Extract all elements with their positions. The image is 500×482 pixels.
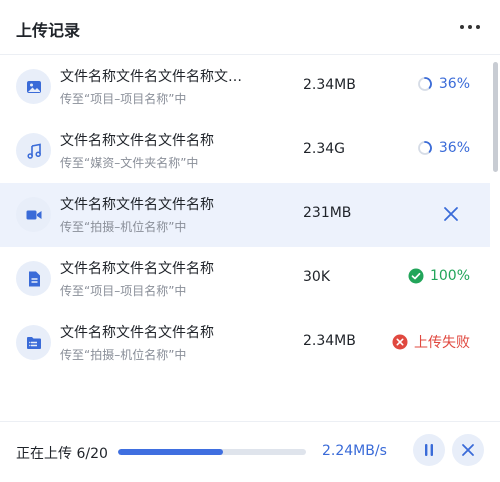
- error-circle-icon: [392, 334, 408, 350]
- image-icon: [16, 69, 51, 104]
- file-size: 30K: [303, 269, 330, 285]
- upload-row[interactable]: 文件名称文件名文件名称 传至“媒资–文件夹名称”中 2.34G 36%: [0, 119, 490, 183]
- upload-row[interactable]: 文件名称文件名文件名称文… 传至“项目–项目名称”中 2.34MB 36%: [0, 55, 490, 119]
- upload-status: 100%: [408, 268, 470, 284]
- status-text: 36%: [438, 76, 470, 92]
- pause-all-button[interactable]: [413, 434, 445, 466]
- upload-status: 36%: [417, 140, 470, 156]
- cancel-all-button[interactable]: [452, 434, 484, 466]
- check-circle-icon: [408, 268, 424, 284]
- status-text: 36%: [438, 140, 470, 156]
- file-destination: 传至“项目–项目名称”中: [60, 284, 187, 298]
- file-destination: 传至“拍摄–机位名称”中: [60, 348, 187, 362]
- pause-icon: [425, 444, 433, 456]
- file-name: 文件名称文件名文件名称: [60, 261, 214, 277]
- panel-title: 上传记录: [16, 21, 81, 40]
- cancel-upload-icon[interactable]: [442, 205, 460, 223]
- file-size: 2.34G: [303, 141, 346, 157]
- upload-row[interactable]: 文件名称文件名文件名称 传至“拍摄–机位名称”中 231MB: [0, 183, 490, 247]
- document-icon: [16, 261, 51, 296]
- upload-count-label: 正在上传 6/20: [16, 446, 108, 462]
- folder-list-icon: [16, 325, 51, 360]
- file-size: 231MB: [303, 205, 352, 221]
- status-text: 上传失败: [414, 335, 470, 351]
- close-icon: [462, 444, 474, 456]
- upload-footer: 正在上传 6/20 2.24MB/s: [0, 421, 500, 482]
- scrollbar[interactable]: [493, 62, 498, 172]
- upload-status[interactable]: 上传失败: [392, 332, 470, 352]
- file-destination: 传至“项目–项目名称”中: [60, 92, 187, 106]
- file-destination: 传至“拍摄–机位名称”中: [60, 220, 187, 234]
- progress-spinner-icon: [417, 76, 433, 92]
- music-icon: [16, 133, 51, 168]
- upload-row[interactable]: 文件名称文件名文件名称 传至“项目–项目名称”中 30K 100%: [0, 247, 490, 311]
- overall-progress-fill: [118, 449, 224, 455]
- file-name: 文件名称文件名文件名称: [60, 133, 214, 149]
- more-options-icon[interactable]: [460, 18, 480, 36]
- upload-row[interactable]: 文件名称文件名文件名称 传至“拍摄–机位名称”中 2.34MB 上传失败: [0, 311, 490, 375]
- upload-status: 36%: [417, 76, 470, 92]
- file-name: 文件名称文件名文件名称文…: [60, 69, 242, 85]
- file-name: 文件名称文件名文件名称: [60, 325, 214, 341]
- status-text: 100%: [429, 268, 470, 284]
- video-icon: [16, 197, 51, 232]
- file-size: 2.34MB: [303, 77, 356, 93]
- file-destination: 传至“媒资–文件夹名称”中: [60, 156, 199, 170]
- panel-header: 上传记录: [0, 0, 500, 55]
- progress-spinner-icon: [417, 140, 433, 156]
- file-name: 文件名称文件名文件名称: [60, 197, 214, 213]
- upload-speed: 2.24MB/s: [322, 443, 387, 459]
- file-size: 2.34MB: [303, 333, 356, 349]
- overall-progress-bar: [118, 449, 306, 455]
